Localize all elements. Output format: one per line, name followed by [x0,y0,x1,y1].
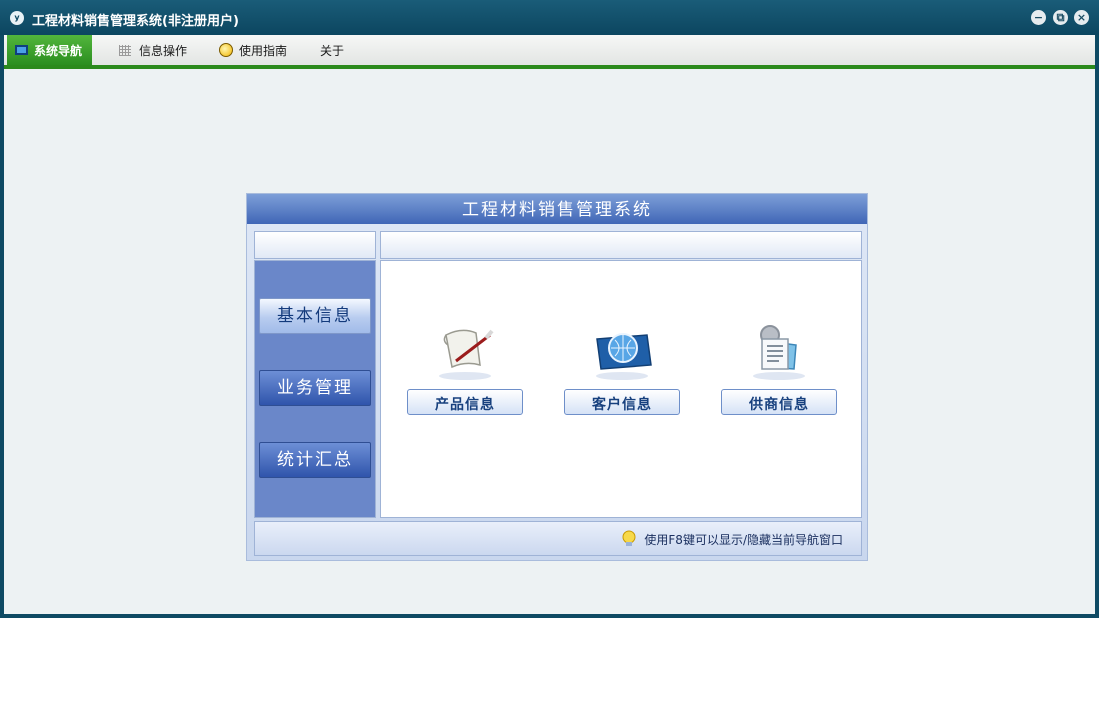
lightbulb-icon [620,530,638,548]
window-title: 工程材料销售管理系统(非注册用户) [32,14,239,29]
feature-customer-info: 客户信息 [563,321,681,415]
feature-area: 产品信息 客户信息 供商信息 [380,260,862,518]
menu-item-label: 关于 [320,43,345,58]
content-header [380,231,862,259]
close-button[interactable]: × [1074,10,1089,25]
supplier-info-button[interactable]: 供商信息 [721,389,837,415]
customer-info-button[interactable]: 客户信息 [564,389,680,415]
grid-icon [119,44,131,56]
feature-supplier-info: 供商信息 [720,321,838,415]
nav-button-statistics[interactable]: 统计汇总 [259,442,371,478]
restore-button[interactable]: ⧉ [1053,10,1068,25]
menu-item-info-ops[interactable]: 信息操作 [119,35,187,65]
menu-item-system-nav[interactable]: 系统导航 [7,35,93,65]
feature-product-info: 产品信息 [406,321,524,415]
navigation-panel: 工程材料销售管理系统 基本信息 业务管理 统计汇总 产品信息 客户信息 供商信息… [246,193,868,561]
app-logo-icon: y [10,11,24,25]
panel-title: 工程材料销售管理系统 [247,194,867,224]
title-bar[interactable]: y 工程材料销售管理系统(非注册用户) − ⧉ × [0,0,1099,35]
nav-button-basic-info[interactable]: 基本信息 [259,298,371,334]
globe-folder-icon[interactable] [589,321,655,381]
tip-text: 使用F8键可以显示/隐藏当前导航窗口 [644,532,843,547]
product-info-button[interactable]: 产品信息 [407,389,523,415]
nav-header [254,231,376,259]
menu-item-label: 系统导航 [34,43,83,58]
menu-item-user-guide[interactable]: 使用指南 [219,35,287,65]
menu-item-label: 使用指南 [239,43,288,58]
minimize-button[interactable]: − [1031,10,1046,25]
nav-button-business-mgmt[interactable]: 业务管理 [259,370,371,406]
menu-item-label: 信息操作 [139,43,188,58]
menu-item-about[interactable]: 关于 [320,35,344,65]
nav-sidebar: 基本信息 业务管理 统计汇总 [254,260,376,518]
status-bar: 使用F8键可以显示/隐藏当前导航窗口 [254,521,862,556]
monitor-icon [15,45,28,55]
gear-document-icon[interactable] [746,321,812,381]
scroll-quill-icon[interactable] [432,321,498,381]
bulb-icon [219,43,233,57]
f8-tip: 使用F8键可以显示/隐藏当前导航窗口 [620,530,843,548]
